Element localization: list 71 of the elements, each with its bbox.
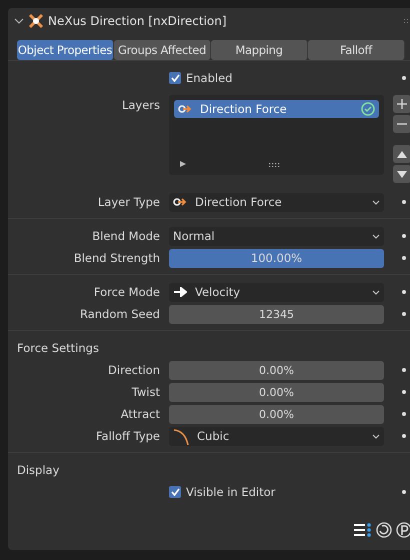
move-down-button[interactable] <box>393 165 410 183</box>
check-icon <box>170 74 180 82</box>
checkbox-label: Visible in Editor <box>186 485 276 499</box>
keyframe-dot[interactable] <box>402 200 406 204</box>
field-label: Attract <box>120 407 160 421</box>
checkbox[interactable]: Enabled <box>169 71 384 85</box>
remove-button[interactable] <box>393 115 410 133</box>
field-label: Random Seed <box>80 307 160 321</box>
plus-icon <box>397 99 407 109</box>
number-field[interactable]: 12345 <box>169 304 384 324</box>
dropdown[interactable]: Direction Force <box>169 192 384 212</box>
slider-value: 100.00% <box>250 251 302 265</box>
checkbox-label: Enabled <box>186 71 232 85</box>
dropdown[interactable]: Normal <box>169 226 384 246</box>
caret-icon <box>372 434 380 438</box>
keyframe-dot[interactable] <box>402 290 406 294</box>
field-label: Blend Strength <box>74 251 160 265</box>
caret-icon <box>372 200 380 204</box>
dropdown-value: Cubic <box>197 429 230 443</box>
curve-icon <box>173 428 189 444</box>
expand-icon[interactable] <box>180 161 186 167</box>
dropdown-value: Velocity <box>195 285 240 299</box>
check-icon <box>170 488 180 496</box>
list-icon[interactable] <box>354 522 372 538</box>
field-label: Twist <box>132 385 160 399</box>
tab[interactable]: Object Properties <box>17 40 114 60</box>
layer-name: Direction Force <box>200 102 287 116</box>
field-label: Direction <box>108 363 160 377</box>
dropdown-value: Direction Force <box>195 195 282 209</box>
panel-title: NeXus Direction [nxDirection] <box>48 14 228 28</box>
section-heading: Force Settings <box>16 340 100 357</box>
field-label: Falloff Type <box>96 429 160 443</box>
number-field[interactable]: 0.00% <box>169 404 384 424</box>
collapse-icon[interactable] <box>14 17 24 25</box>
section-heading: Display <box>16 462 60 479</box>
up-icon <box>397 150 407 158</box>
number-field[interactable]: 0.00% <box>169 382 384 402</box>
keyframe-dot[interactable] <box>402 234 406 238</box>
dropdown-value: Normal <box>173 229 215 243</box>
down-icon <box>397 170 407 178</box>
move-up-button[interactable] <box>393 145 410 163</box>
keyframe-dot[interactable] <box>402 368 406 372</box>
field-label: Layer Type <box>98 195 160 209</box>
dropdown[interactable]: Velocity <box>169 282 384 302</box>
slider[interactable]: 100.00% <box>169 248 384 268</box>
keyframe-dot[interactable] <box>402 390 406 394</box>
add-button[interactable] <box>393 95 410 113</box>
keyframe-dot[interactable] <box>402 490 406 494</box>
field-label: Layers <box>122 98 160 112</box>
keyframe-dot[interactable] <box>402 412 406 416</box>
tab[interactable]: Groups Affected <box>114 40 211 60</box>
tab[interactable]: Mapping <box>211 40 308 60</box>
caret-icon <box>372 290 380 294</box>
dropdown[interactable]: Cubic <box>169 426 384 446</box>
checkbox[interactable]: Visible in Editor <box>169 485 384 499</box>
tab[interactable]: Falloff <box>308 40 405 60</box>
preset-icon[interactable] <box>396 522 410 538</box>
field-label: Force Mode <box>94 285 160 299</box>
resize-grip-icon[interactable] <box>269 163 281 167</box>
arrow-icon <box>173 287 187 297</box>
check-circle-icon <box>361 102 375 116</box>
number-field[interactable]: 0.00% <box>169 360 384 380</box>
keyframe-dot[interactable] <box>402 76 406 80</box>
keyframe-dot[interactable] <box>402 434 406 438</box>
keyframe-dot[interactable] <box>402 312 406 316</box>
field-label: Blend Mode <box>92 229 160 243</box>
keyframe-dot[interactable] <box>402 256 406 260</box>
minus-icon <box>397 123 407 125</box>
layer-item[interactable]: Direction Force <box>174 100 379 118</box>
caret-icon <box>372 234 380 238</box>
reset-icon[interactable] <box>376 522 392 538</box>
